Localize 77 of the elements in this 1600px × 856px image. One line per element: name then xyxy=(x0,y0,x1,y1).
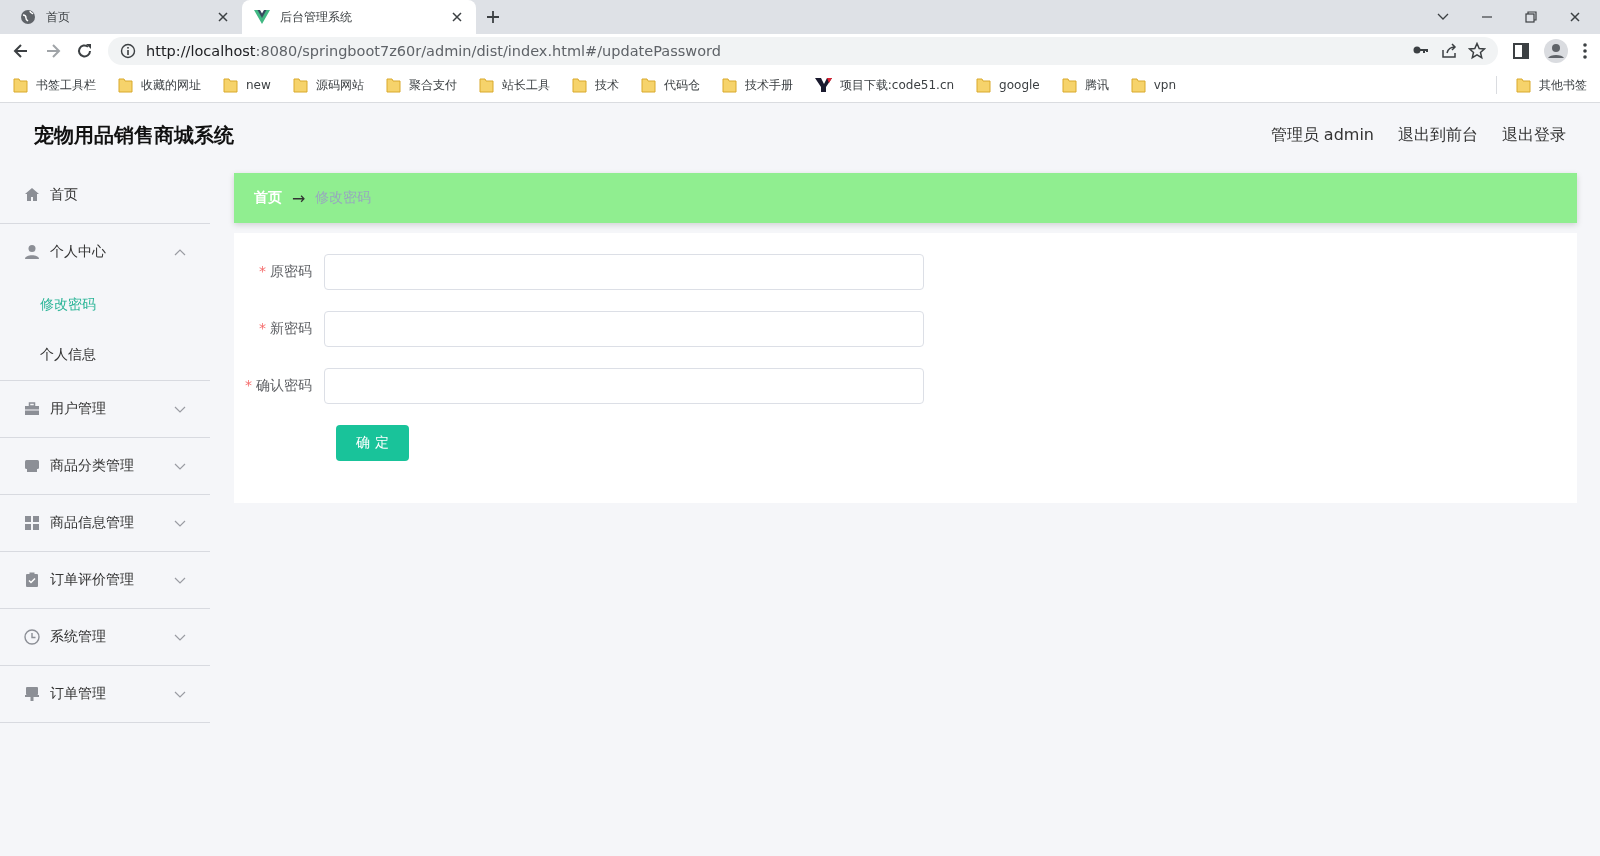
folder-icon xyxy=(976,77,992,93)
field-label: 新密码 xyxy=(270,320,312,338)
folder-icon xyxy=(1061,77,1077,93)
field-label: 原密码 xyxy=(270,263,312,281)
folder-icon xyxy=(292,77,308,93)
back-icon[interactable] xyxy=(12,42,30,60)
bookmark[interactable]: google xyxy=(973,75,1043,95)
globe-icon xyxy=(20,9,36,25)
password-field[interactable] xyxy=(324,311,924,347)
folder-icon xyxy=(118,77,133,93)
stamp-icon xyxy=(24,686,40,702)
folder-icon xyxy=(1130,77,1146,93)
close-icon[interactable] xyxy=(216,10,230,24)
menu-item[interactable]: 订单评价管理 xyxy=(0,552,210,608)
folder-icon xyxy=(478,77,494,93)
menu-icon[interactable] xyxy=(1582,42,1588,60)
briefcase-icon xyxy=(24,401,40,417)
info-icon[interactable] xyxy=(120,43,136,59)
menu-item[interactable]: 订单管理 xyxy=(0,666,210,722)
password-field[interactable] xyxy=(324,254,924,290)
folder-icon xyxy=(13,77,28,93)
tray-icon xyxy=(24,458,40,474)
submenu-item[interactable]: 个人信息 xyxy=(0,330,210,380)
home-icon xyxy=(24,187,40,203)
star-icon[interactable] xyxy=(1468,42,1486,60)
bookmark[interactable]: vpn xyxy=(1127,75,1180,95)
folder-icon xyxy=(721,77,737,93)
bookmark[interactable]: 聚合支付 xyxy=(382,74,460,96)
bookmark[interactable]: 书签工具栏 xyxy=(10,74,99,96)
menu-item[interactable]: 首页 xyxy=(0,167,210,223)
field-label: 确认密码 xyxy=(256,377,312,395)
header-link[interactable]: 退出到前台 xyxy=(1398,124,1478,146)
required-mark: * xyxy=(259,263,266,281)
bookmark[interactable]: new xyxy=(220,75,274,95)
header-link[interactable]: 退出登录 xyxy=(1502,124,1566,146)
close-icon[interactable] xyxy=(450,10,464,24)
user-label: 管理员 admin xyxy=(1270,124,1374,146)
y-logo-icon xyxy=(814,77,832,93)
browser-tab[interactable]: 后台管理系统 xyxy=(242,0,476,34)
bookmark[interactable]: 技术手册 xyxy=(718,74,796,96)
app-title: 宠物用品销售商城系统 xyxy=(34,121,234,149)
menu-item[interactable]: 个人中心 xyxy=(0,224,210,280)
close-icon[interactable] xyxy=(1568,10,1582,24)
required-mark: * xyxy=(259,320,266,338)
breadcrumb-separator: → xyxy=(292,188,306,208)
menu-item[interactable]: 商品信息管理 xyxy=(0,495,210,551)
bookmark[interactable]: 项目下载:code51.cn xyxy=(811,74,958,96)
menu-item[interactable]: 系统管理 xyxy=(0,609,210,665)
bookmark[interactable]: 源码网站 xyxy=(289,74,367,96)
browser-tab[interactable]: 首页 xyxy=(8,0,242,34)
bookmark[interactable]: 收藏的网址 xyxy=(115,74,204,96)
folder-icon xyxy=(385,77,401,93)
bookmark[interactable]: 站长工具 xyxy=(475,74,553,96)
folder-icon xyxy=(1516,77,1531,93)
bookmark[interactable]: 腾讯 xyxy=(1058,74,1112,96)
bookmark[interactable]: 技术 xyxy=(568,74,622,96)
menu-item[interactable]: 用户管理 xyxy=(0,381,210,437)
side-panel-icon[interactable] xyxy=(1512,42,1530,60)
avatar-icon[interactable] xyxy=(1544,39,1568,63)
vue-logo-icon xyxy=(254,9,270,25)
folder-icon xyxy=(571,77,587,93)
folder-icon xyxy=(640,77,656,93)
breadcrumb-current: 修改密码 xyxy=(315,189,372,207)
bookmark[interactable]: 其他书签 xyxy=(1513,74,1590,96)
password-field[interactable] xyxy=(324,368,924,404)
required-mark: * xyxy=(245,377,252,395)
menu-item[interactable]: 商品分类管理 xyxy=(0,438,210,494)
reload-icon[interactable] xyxy=(76,42,94,60)
share-icon[interactable] xyxy=(1440,42,1458,60)
restore-icon[interactable] xyxy=(1524,10,1538,24)
person-icon xyxy=(24,244,40,260)
new-tab-icon[interactable] xyxy=(486,10,500,24)
clipboard-check-icon xyxy=(24,572,40,588)
folder-icon xyxy=(223,77,238,93)
bookmark[interactable]: 代码仓 xyxy=(637,74,703,96)
grid-icon xyxy=(24,515,40,531)
clock-icon xyxy=(24,629,40,645)
